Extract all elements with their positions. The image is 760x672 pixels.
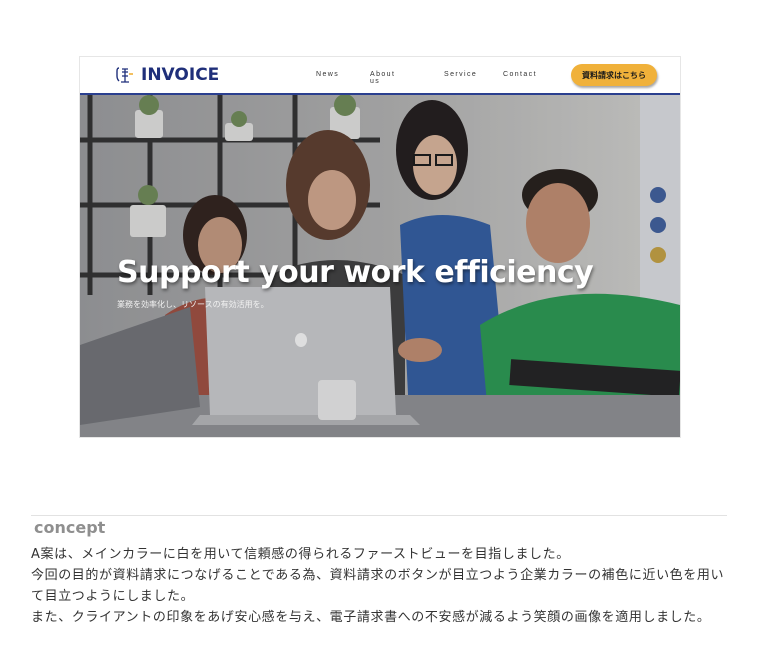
- concept-heading: concept: [34, 518, 106, 537]
- hero-subtitle: 業務を効率化し、リソースの有効活用を。: [117, 300, 269, 309]
- hero-section: Support your work efficiency 業務を効率化し、リソー…: [80, 95, 680, 437]
- request-materials-button[interactable]: 資料請求はこちら: [571, 64, 657, 86]
- invoice-logo-icon: [116, 67, 133, 83]
- site-header: INVOICE News About us Service Contact 資料…: [80, 57, 680, 95]
- concept-paragraph: また、クライアントの印象をあげ安心感を与え、電子請求書への不安感が減るよう笑顔の…: [31, 610, 711, 625]
- concept-paragraph: 今回の目的が資料請求につなげることである為、資料請求のボタンが目立つよう企業カラ…: [31, 568, 725, 604]
- website-mockup: INVOICE News About us Service Contact 資料…: [80, 57, 680, 437]
- logo-text: INVOICE: [141, 65, 220, 85]
- nav-about-us[interactable]: About us: [370, 71, 395, 85]
- section-divider: [31, 515, 727, 516]
- nav-service[interactable]: Service: [444, 71, 477, 78]
- nav-news[interactable]: News: [316, 71, 339, 78]
- nav-contact[interactable]: Contact: [503, 71, 537, 78]
- logo[interactable]: INVOICE: [116, 65, 219, 85]
- concept-paragraph: A案は、メインカラーに白を用いて信頼感の得られるファーストビューを目指しました。: [31, 547, 570, 562]
- concept-description: A案は、メインカラーに白を用いて信頼感の得られるファーストビューを目指しました。…: [31, 544, 731, 628]
- hero-title: Support your work efficiency: [117, 255, 594, 290]
